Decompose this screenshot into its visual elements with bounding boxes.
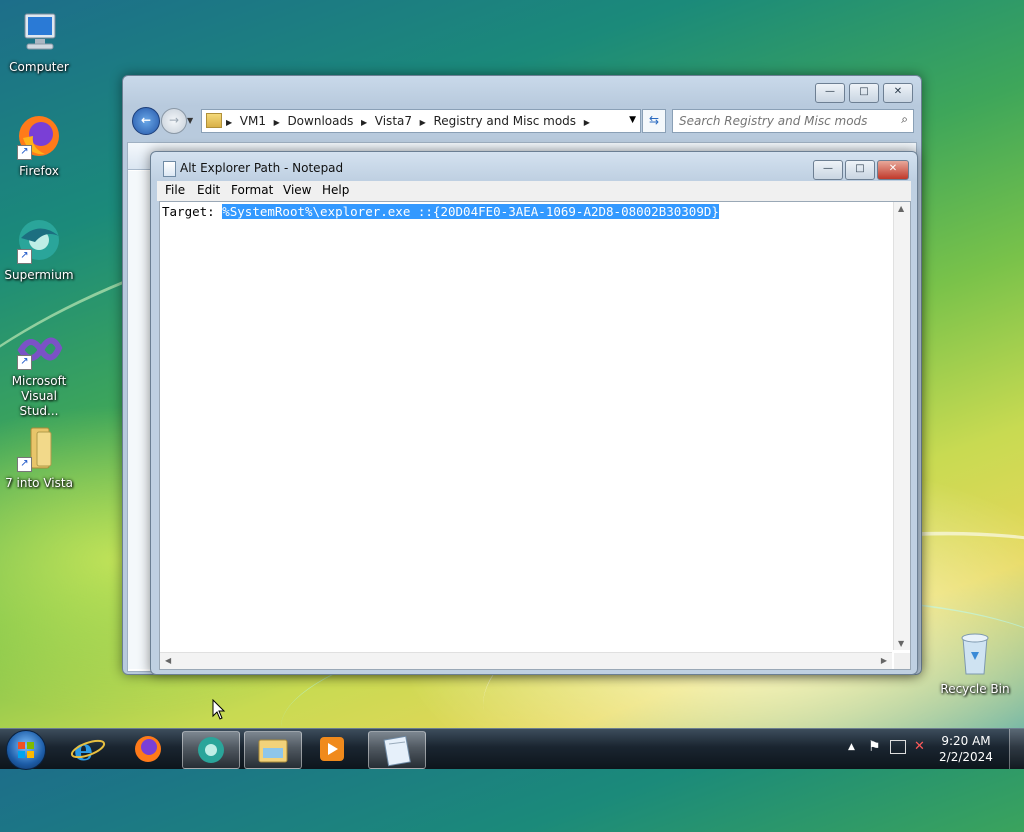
internet-explorer-icon: e: [70, 733, 106, 768]
notepad-icon: [383, 735, 411, 767]
desktop-icon-label: Recycle Bin: [940, 682, 1010, 696]
desktop-icon-7-into-vista[interactable]: ↗ 7 into Vista: [1, 424, 77, 490]
action-center-flag-icon[interactable]: ⚑: [868, 739, 881, 755]
maximize-button[interactable]: □: [849, 83, 879, 103]
firefox-icon: [135, 736, 161, 762]
taskbar-notepad[interactable]: [368, 731, 426, 769]
desktop-icon-computer[interactable]: Computer: [1, 8, 77, 74]
mouse-cursor-icon: [212, 699, 226, 720]
search-icon: ⌕: [901, 112, 908, 126]
scroll-left-icon[interactable]: ◀: [165, 656, 171, 665]
breadcrumb-item[interactable]: Downloads: [287, 114, 353, 128]
breadcrumb-separator-icon: ▶: [273, 118, 280, 127]
refresh-icon: ⇆: [648, 113, 660, 127]
shortcut-arrow-icon: ↗: [17, 145, 32, 160]
svg-text:e: e: [74, 733, 93, 767]
clock-time: 9:20 AM: [941, 734, 991, 748]
visual-studio-icon: ↗: [15, 330, 63, 370]
text-editor[interactable]: Target: %SystemRoot%\explorer.exe ::{20D…: [159, 201, 911, 670]
desktop-icon-label: Firefox: [19, 164, 59, 178]
search-input[interactable]: [677, 112, 887, 130]
recycle-bin-icon: [951, 630, 999, 678]
taskbar-internet-explorer[interactable]: e: [60, 731, 116, 768]
clock-date: 2/2/2024: [939, 750, 993, 764]
shortcut-arrow-icon: ↗: [17, 457, 32, 472]
back-button[interactable]: ←: [132, 107, 160, 135]
menu-edit[interactable]: Edit: [197, 183, 220, 197]
forward-button[interactable]: →: [161, 108, 187, 134]
search-box[interactable]: ⌕: [672, 109, 914, 133]
text-line-prefix: Target:: [162, 204, 223, 219]
refresh-button[interactable]: ⇆: [642, 109, 666, 133]
scroll-down-icon[interactable]: ▼: [898, 639, 904, 648]
folder-icon: ↗: [15, 424, 63, 472]
desktop-icon-label: Microsoft Visual Stud...: [11, 374, 67, 418]
breadcrumb-separator-icon: ▶: [226, 118, 233, 127]
breadcrumb-separator-icon: ▶: [360, 118, 368, 127]
firefox-icon: ↗: [15, 112, 63, 160]
notepad-window[interactable]: Alt Explorer Path - Notepad — □ ✕ File E…: [150, 151, 918, 675]
document-text[interactable]: Target: %SystemRoot%\explorer.exe ::{20D…: [162, 204, 719, 219]
vertical-scrollbar[interactable]: ▲ ▼: [893, 202, 910, 650]
menu-file[interactable]: File: [165, 183, 185, 197]
media-player-icon: [320, 737, 344, 761]
back-arrow-icon: ←: [140, 113, 152, 127]
window-title: Alt Explorer Path - Notepad: [180, 161, 344, 175]
breadcrumb-item[interactable]: Registry and Misc mods: [433, 114, 576, 128]
notepad-icon: [163, 161, 176, 177]
shortcut-arrow-icon: ↗: [17, 355, 32, 370]
menu-format[interactable]: Format: [231, 183, 273, 197]
breadcrumb-separator-icon: ▶: [419, 118, 426, 127]
desktop-icon-supermium[interactable]: ↗ Supermium: [1, 216, 77, 282]
folder-icon: [206, 113, 222, 128]
show-desktop-button[interactable]: [1009, 729, 1024, 769]
breadcrumb: ▶ VM1 ▶ Downloads ▶ Vista7 ▶ Registry an…: [226, 114, 590, 128]
taskbar-windows-explorer[interactable]: [244, 731, 302, 769]
desktop-icon-label: 7 into Vista: [5, 476, 73, 490]
desktop-icon-recycle-bin[interactable]: Recycle Bin: [937, 630, 1013, 696]
desktop-icon-label: Supermium: [4, 268, 74, 282]
supermium-icon: [198, 737, 224, 763]
close-button[interactable]: ✕: [877, 160, 909, 180]
close-button[interactable]: ✕: [883, 83, 913, 103]
taskbar-supermium[interactable]: [182, 731, 240, 769]
maximize-button[interactable]: □: [845, 160, 875, 180]
start-button[interactable]: [6, 730, 46, 770]
address-bar[interactable]: ▶ VM1 ▶ Downloads ▶ Vista7 ▶ Registry an…: [201, 109, 641, 133]
scroll-up-icon[interactable]: ▲: [898, 204, 904, 213]
shortcut-arrow-icon: ↗: [17, 249, 32, 264]
system-clock[interactable]: 9:20 AM 2/2/2024: [934, 733, 998, 765]
scroll-right-icon[interactable]: ▶: [881, 656, 887, 665]
forward-arrow-icon: →: [168, 113, 180, 127]
recent-pages-dropdown[interactable]: ▼: [187, 116, 193, 125]
desktop-icon-firefox[interactable]: ↗ Firefox: [1, 112, 77, 178]
taskbar: e ▲ ⚑ ✕ 9:20 AM 2/2/2024: [0, 728, 1024, 770]
taskbar-media-player[interactable]: [304, 731, 360, 767]
minimize-button[interactable]: —: [815, 83, 845, 103]
desktop-icon-label: Computer: [9, 60, 69, 74]
address-dropdown-icon[interactable]: ▼: [629, 115, 636, 125]
start-orb-icon: [18, 742, 34, 758]
volume-muted-icon[interactable]: ✕: [914, 739, 925, 754]
network-icon[interactable]: [890, 740, 906, 754]
notification-area: ▲ ⚑ ✕ 9:20 AM 2/2/2024: [838, 729, 1024, 769]
desktop: { "desktop": { "icons": [ {"label": "Com…: [0, 0, 1024, 832]
windows-explorer-icon: [258, 739, 288, 763]
desktop-icon-visual-studio[interactable]: ↗ Microsoft Visual Stud...: [1, 330, 77, 419]
minimize-button[interactable]: —: [813, 160, 843, 180]
computer-icon: [15, 8, 63, 56]
supermium-icon: ↗: [15, 216, 63, 264]
resize-grip-icon[interactable]: [894, 653, 910, 669]
selected-text[interactable]: %SystemRoot%\explorer.exe ::{20D04FE0-3A…: [222, 204, 719, 219]
menu-help[interactable]: Help: [322, 183, 349, 197]
menu-view[interactable]: View: [283, 183, 311, 197]
menu-bar: File Edit Format View Help: [157, 181, 911, 201]
breadcrumb-separator-icon: ▶: [583, 118, 590, 127]
horizontal-scrollbar[interactable]: ◀ ▶: [160, 652, 892, 669]
breadcrumb-item[interactable]: Vista7: [375, 114, 412, 128]
show-hidden-icons-icon[interactable]: ▲: [848, 742, 855, 752]
taskbar-firefox[interactable]: [120, 731, 176, 767]
breadcrumb-item[interactable]: VM1: [240, 114, 266, 128]
